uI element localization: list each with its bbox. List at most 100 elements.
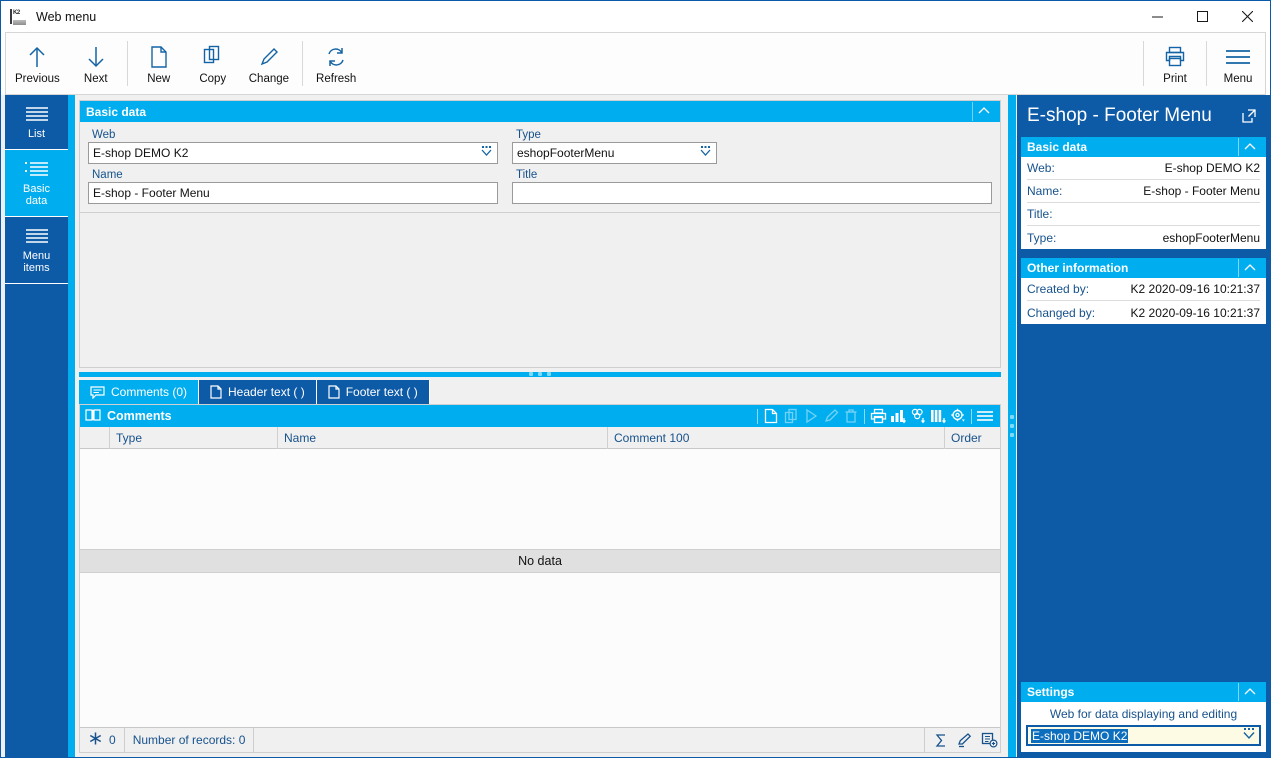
right-section-settings-body: Web for data displaying and editing E-sh… [1021, 702, 1266, 752]
columns-export-icon[interactable] [928, 406, 948, 426]
column-header-comment[interactable]: Comment 100 [608, 426, 945, 449]
info-row-name: Name: E-shop - Footer Menu [1027, 180, 1260, 203]
maximize-icon[interactable] [1180, 1, 1225, 32]
chevron-up-icon[interactable] [1238, 683, 1260, 701]
form-row-1: Web E-shop DEMO K2 Type eshopFooterMenu [88, 128, 992, 164]
add-record-icon[interactable] [978, 729, 1000, 751]
refresh-icon [324, 43, 348, 71]
info-row-changed-by: Changed by: K2 2020-09-16 10:21:37 [1027, 301, 1260, 324]
grid-status-actions [924, 727, 1000, 753]
sidebar-item-menu-items[interactable]: Menu items [5, 217, 68, 284]
window-title: Web menu [36, 9, 97, 24]
column-header-name[interactable]: Name [278, 426, 608, 449]
info-row-type-value: eshopFooterMenu [1162, 230, 1260, 245]
new-button[interactable]: New [132, 33, 186, 94]
lookup-caret-icon[interactable] [1242, 728, 1256, 743]
grid-rows-area: No data [80, 449, 1000, 727]
column-header-type[interactable]: Type [110, 426, 278, 449]
chart-export-icon[interactable] [888, 406, 908, 426]
run-icon[interactable] [801, 406, 821, 426]
change-button[interactable]: Change [240, 33, 298, 94]
sum-sigma-icon[interactable] [930, 729, 952, 751]
field-title-label: Title [516, 169, 538, 181]
delete-record-icon[interactable] [841, 406, 861, 426]
column-header-order[interactable]: Order [945, 427, 1000, 449]
cube-export-icon[interactable] [908, 406, 928, 426]
tab-comments[interactable]: Comments (0) [79, 380, 200, 404]
title-input[interactable] [512, 182, 992, 204]
open-external-icon[interactable] [1238, 105, 1260, 127]
vertical-splitter[interactable] [1001, 95, 1017, 757]
info-row-type: Type: eshopFooterMenu [1027, 226, 1260, 249]
minimize-icon[interactable] [1135, 1, 1180, 32]
sidebar-item-list-label: List [27, 128, 46, 140]
right-section-settings-title: Settings [1027, 685, 1075, 699]
horizontal-splitter[interactable] [79, 368, 1001, 380]
lookup-caret-icon[interactable] [479, 146, 493, 160]
edit-pencil-icon[interactable] [954, 729, 976, 751]
type-input[interactable]: eshopFooterMenu [512, 142, 717, 164]
tab-header-text[interactable]: Header text ( ) [199, 380, 317, 404]
previous-label: Previous [15, 73, 60, 85]
info-row-title: Title: [1027, 203, 1260, 226]
right-section-settings: Settings Web for data displaying and edi… [1021, 682, 1266, 752]
basic-data-body: Web E-shop DEMO K2 Type eshopFooterMenu … [80, 122, 1000, 212]
hamburger-menu-icon [1224, 43, 1252, 71]
sidebar-item-list[interactable]: List [5, 95, 68, 150]
chevron-up-icon[interactable] [972, 102, 994, 121]
next-button[interactable]: Next [69, 33, 123, 94]
settings-gear-icon[interactable] [948, 406, 968, 426]
right-section-other-information-title: Other information [1027, 261, 1129, 275]
right-section-other-information-body: Created by: K2 2020-09-16 10:21:37 Chang… [1021, 278, 1266, 324]
right-section-other-information: Other information Created by: K2 2020-09… [1021, 258, 1266, 324]
field-name-label: Name [92, 169, 123, 181]
arrow-down-icon [85, 43, 107, 71]
grid-corner-cell[interactable] [80, 426, 110, 449]
chevron-up-icon[interactable] [1238, 138, 1260, 156]
lookup-caret-icon[interactable] [698, 146, 712, 160]
refresh-button[interactable]: Refresh [307, 33, 365, 94]
right-panel-filler [1017, 333, 1270, 682]
grid-empty-message: No data [80, 549, 1000, 573]
menu-button[interactable]: Menu [1211, 33, 1265, 94]
app-window: K2 Web menu Previous Next New Copy Chang… [0, 0, 1271, 758]
center-column: Basic data Web E-shop DEMO K2 Type eshop… [75, 95, 1001, 757]
type-input-value: eshopFooterMenu [517, 146, 615, 160]
center-bottom-strip [79, 753, 1001, 757]
name-input-value: E-shop - Footer Menu [93, 186, 210, 200]
comments-grid-title: Comments [107, 409, 172, 423]
print-icon[interactable] [868, 406, 888, 426]
basic-data-title: Basic data [86, 104, 147, 119]
document-icon [149, 43, 169, 71]
name-input[interactable]: E-shop - Footer Menu [88, 182, 498, 204]
right-section-settings-header: Settings [1021, 682, 1266, 702]
toolbar-right-group: Print Menu [1139, 33, 1265, 94]
copy-button[interactable]: Copy [186, 33, 240, 94]
asterisk-marked-icon [88, 731, 103, 749]
comments-grid-header: Comments [80, 405, 1000, 427]
right-panel-title: E-shop - Footer Menu [1027, 105, 1212, 126]
field-type: Type eshopFooterMenu [512, 128, 717, 164]
sidebar-filler [5, 284, 75, 757]
pencil-icon [258, 43, 280, 71]
settings-web-input[interactable]: E-shop DEMO K2 [1026, 725, 1261, 746]
right-section-basic-data: Basic data Web: E-shop DEMO K2 Name: E-s… [1021, 137, 1266, 249]
info-row-type-key: Type: [1027, 230, 1057, 245]
web-input[interactable]: E-shop DEMO K2 [88, 142, 498, 164]
arrow-up-icon [26, 43, 48, 71]
grid-menu-icon[interactable] [975, 406, 995, 426]
new-record-icon[interactable] [761, 406, 781, 426]
tab-footer-text-label: Footer text ( ) [345, 385, 418, 399]
chevron-up-icon[interactable] [1238, 259, 1260, 277]
sidebar-item-basic-data[interactable]: Basic data [5, 150, 68, 217]
copy-record-icon[interactable] [781, 406, 801, 426]
close-icon[interactable] [1225, 1, 1270, 32]
tab-footer-text[interactable]: Footer text ( ) [316, 380, 430, 404]
field-web-label: Web [92, 129, 116, 141]
right-section-basic-data-body: Web: E-shop DEMO K2 Name: E-shop - Foote… [1021, 157, 1266, 249]
edit-record-icon[interactable] [821, 406, 841, 426]
refresh-label: Refresh [316, 73, 357, 85]
previous-button[interactable]: Previous [6, 33, 69, 94]
grid-column-headers: Type Name Comment 100 Order [80, 426, 1000, 449]
print-button[interactable]: Print [1148, 33, 1202, 94]
